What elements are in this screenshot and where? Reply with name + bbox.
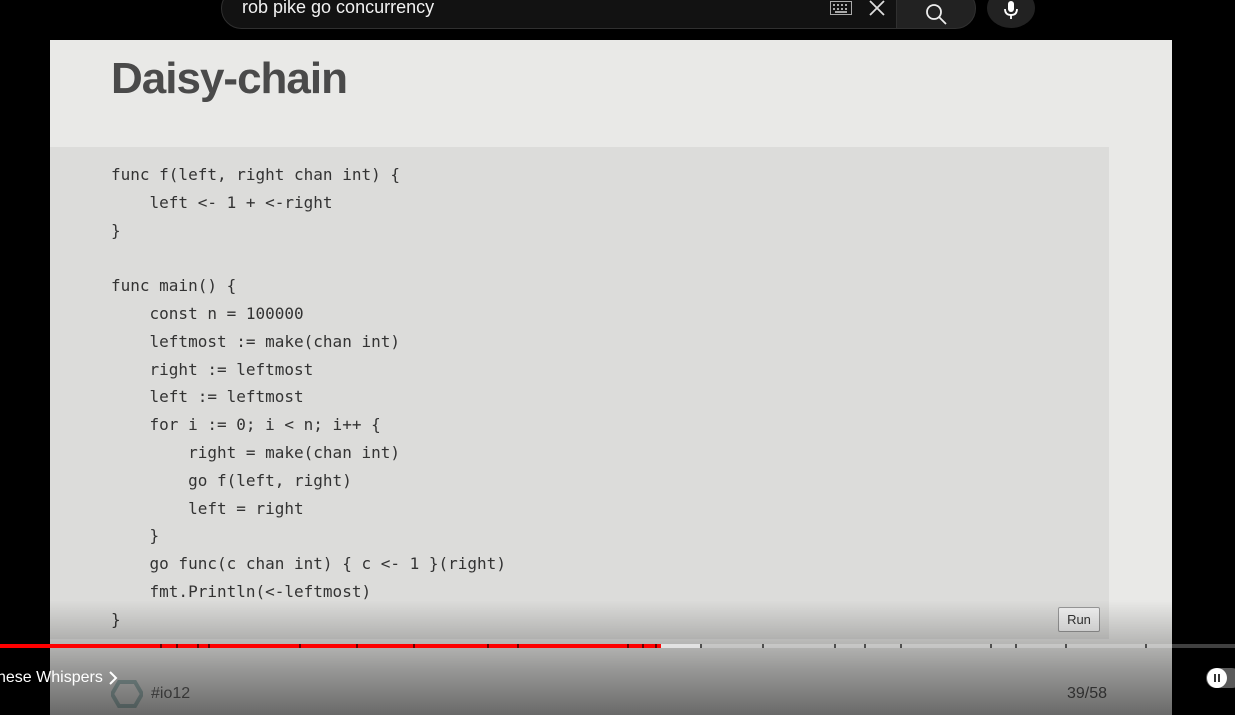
search-icon [926, 4, 947, 25]
chapter-marker [413, 644, 415, 648]
chapter-marker [762, 644, 764, 648]
video-frame[interactable]: Daisy-chain func f(left, right chan int)… [50, 40, 1172, 715]
chapter-marker [208, 644, 210, 648]
chapter-marker [197, 644, 199, 648]
progress-bar[interactable] [0, 644, 1235, 648]
chapter-title-link[interactable]: nese Whispers [0, 669, 103, 687]
chapter-marker [864, 644, 866, 648]
chapter-marker [700, 644, 702, 648]
mic-icon [1004, 1, 1018, 19]
pause-icon [1207, 668, 1227, 688]
voice-search-button[interactable] [987, 0, 1035, 28]
chapter-marker [627, 644, 629, 648]
keyboard-icon[interactable] [830, 1, 852, 20]
chapter-marker [487, 644, 489, 648]
chapter-marker [655, 644, 657, 648]
chapter-marker [299, 644, 301, 648]
chapter-marker [517, 644, 519, 648]
slide-title: Daisy-chain [111, 54, 348, 103]
chapter-marker [1145, 644, 1147, 648]
code-block: func f(left, right chan int) { left <- 1… [50, 147, 1109, 639]
event-tag: #io12 [151, 685, 191, 702]
run-button[interactable]: Run [1058, 607, 1100, 632]
chapter-marker [356, 644, 358, 648]
progress-played [0, 644, 661, 648]
chapter-marker [642, 644, 644, 648]
chapter-marker [176, 644, 178, 648]
chapter-marker [990, 644, 992, 648]
chapter-marker [1015, 644, 1017, 648]
search-box[interactable]: rob pike go concurrency [221, 0, 897, 29]
chapter-marker [160, 644, 162, 648]
chapter-marker [1065, 644, 1067, 648]
autoplay-toggle[interactable] [1206, 668, 1235, 688]
chevron-right-icon[interactable] [108, 671, 118, 690]
chapter-marker [900, 644, 902, 648]
chapter-marker [834, 644, 836, 648]
search-button[interactable] [896, 0, 976, 29]
clear-icon[interactable] [868, 0, 886, 22]
slide-page-number: 39/58 [1067, 685, 1108, 702]
code-text: func f(left, right chan int) { left <- 1… [111, 165, 506, 629]
search-input[interactable]: rob pike go concurrency [242, 0, 434, 18]
